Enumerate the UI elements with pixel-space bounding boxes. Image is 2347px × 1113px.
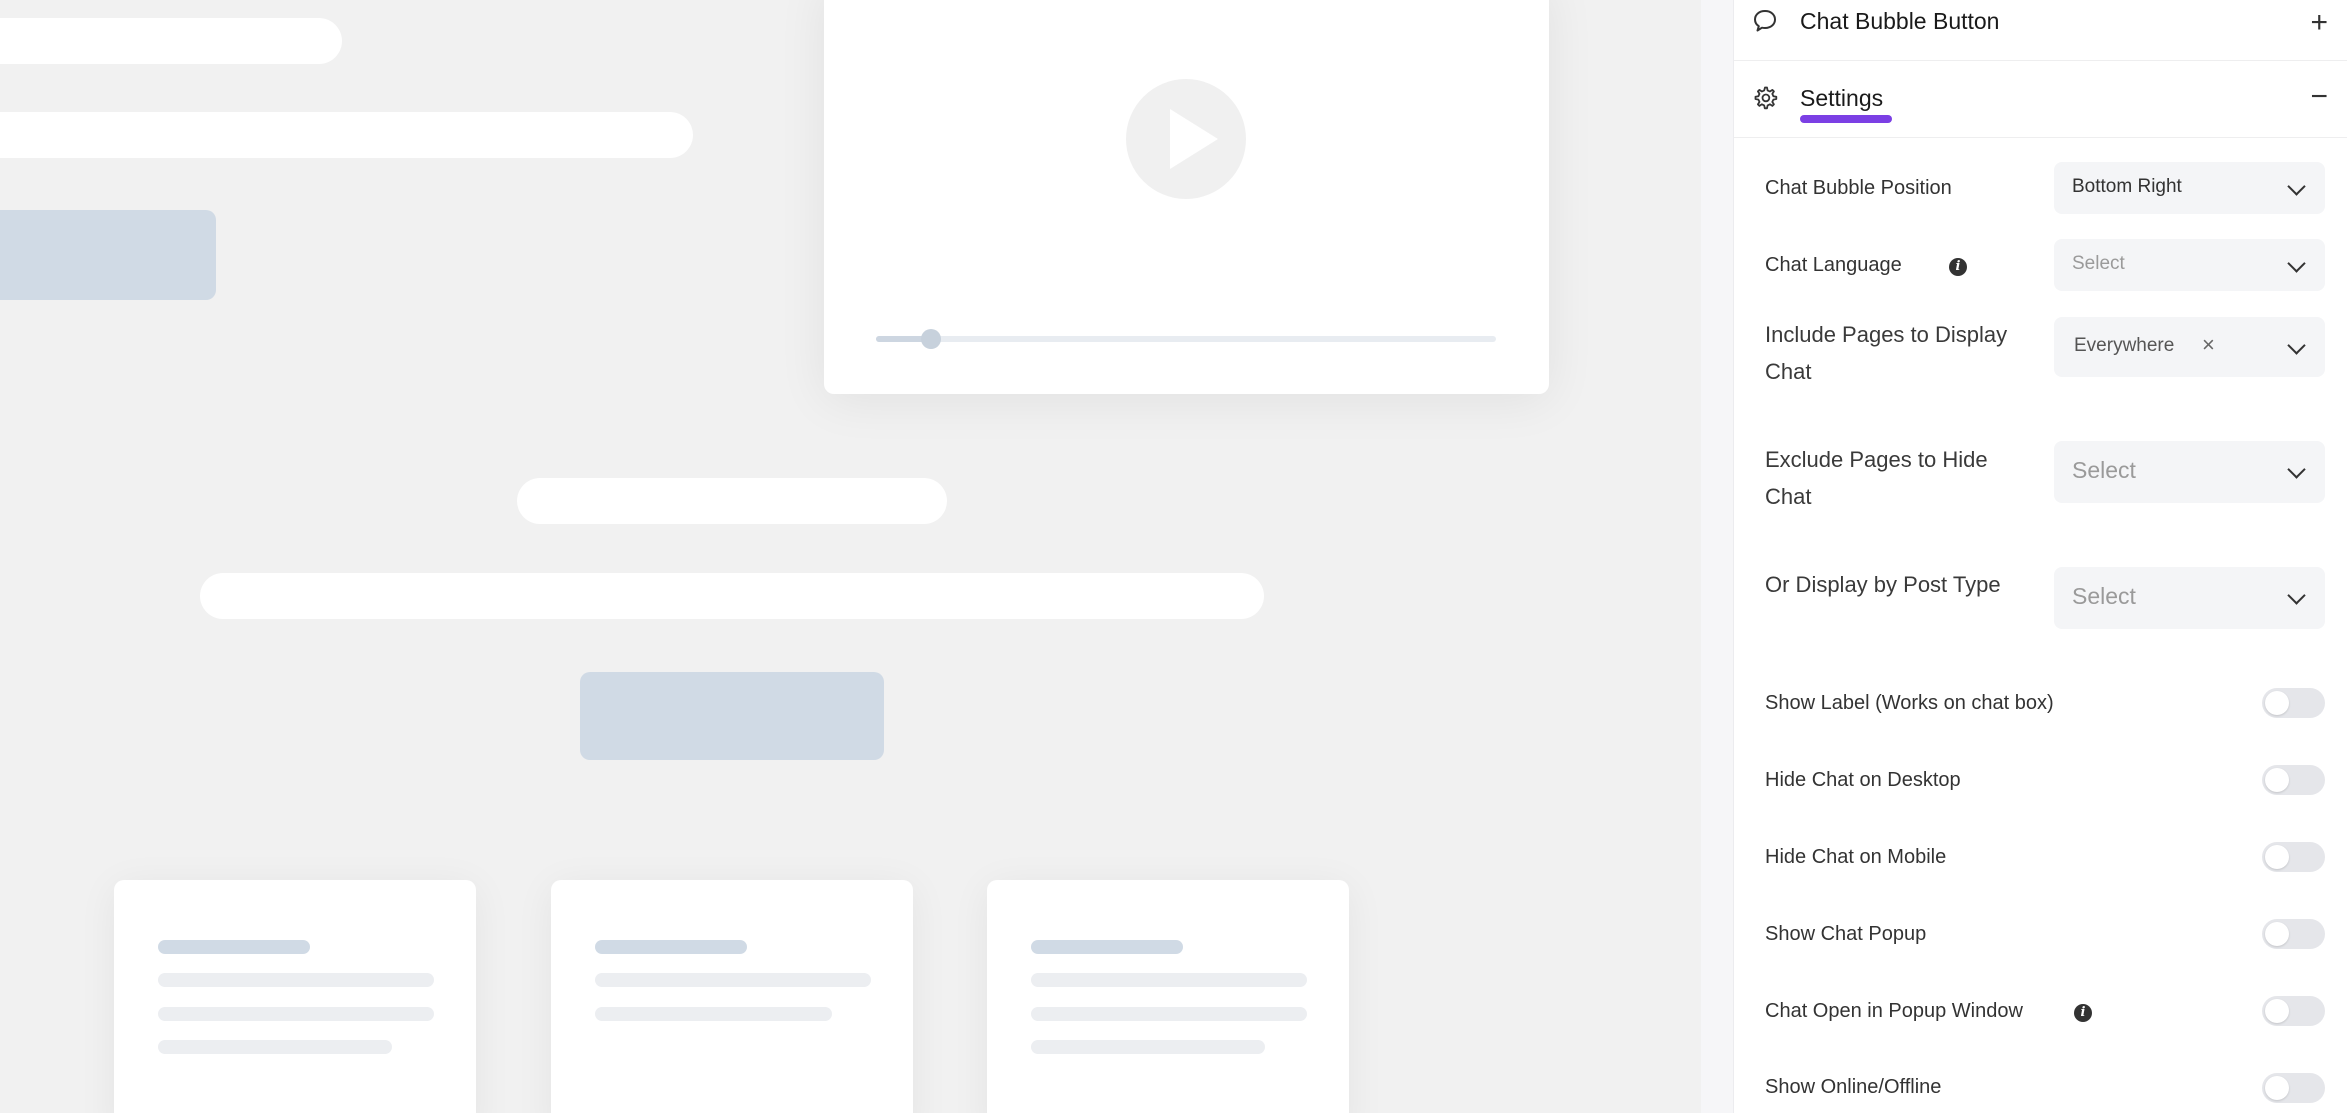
placeholder: Select <box>2072 253 2125 274</box>
label-include-pages: Include Pages to Display Chat <box>1765 322 2008 384</box>
skeleton-line <box>595 1007 832 1021</box>
toggle-knob <box>2265 845 2289 869</box>
label-open-popup-window: Chat Open in Popup Window <box>1765 1000 2023 1022</box>
exclude-pages-select[interactable]: Select <box>2054 441 2325 503</box>
gear-icon <box>1754 86 1778 110</box>
section-chat-bubble-button[interactable]: Chat Bubble Button + <box>1734 0 2347 61</box>
toggle-knob <box>2265 999 2289 1023</box>
skeleton-line <box>158 1040 392 1054</box>
skeleton-heading <box>517 478 947 524</box>
label-chat-language: Chat Language <box>1765 254 1902 276</box>
placeholder: Select <box>2072 457 2136 483</box>
label-post-type: Or Display by Post Type <box>1765 572 2001 597</box>
skeleton-button <box>0 210 216 300</box>
hide-mobile-toggle[interactable] <box>2262 842 2325 872</box>
open-popup-window-toggle[interactable] <box>2262 996 2325 1026</box>
active-tab-indicator <box>1800 115 1892 123</box>
label-show-popup: Show Chat Popup <box>1765 923 1927 945</box>
toggle-knob <box>2265 768 2289 792</box>
label-exclude-pages: Exclude Pages to Hide Chat <box>1765 447 1988 509</box>
skeleton-line <box>158 940 310 954</box>
skeleton-card <box>987 880 1349 1113</box>
selected-chip: Everywhere <box>2074 335 2175 356</box>
skeleton-card <box>551 880 913 1113</box>
skeleton-button <box>580 672 884 760</box>
skeleton-line <box>595 973 871 987</box>
skeleton-heading <box>0 18 342 64</box>
show-label-toggle[interactable] <box>2262 688 2325 718</box>
preview-gutter <box>1701 0 1733 1113</box>
info-icon[interactable]: i <box>1949 258 1967 276</box>
show-online-offline-toggle[interactable] <box>2262 1073 2325 1103</box>
include-pages-select[interactable]: Everywhere × <box>2054 317 2325 377</box>
skeleton-line <box>158 973 434 987</box>
skeleton-line <box>1031 973 1307 987</box>
chevron-down-icon <box>2287 177 2306 196</box>
chat-bubble-icon <box>1754 10 1776 32</box>
video-progress-bar[interactable] <box>876 329 1496 349</box>
toggle-knob <box>2265 691 2289 715</box>
info-icon[interactable]: i <box>2074 1004 2092 1022</box>
chat-language-select[interactable]: Select <box>2054 239 2325 291</box>
skeleton-line <box>1031 940 1183 954</box>
remove-chip-icon[interactable]: × <box>2202 332 2215 358</box>
chevron-down-icon <box>2287 254 2306 273</box>
skeleton-line <box>1031 1007 1307 1021</box>
expand-icon[interactable]: + <box>2310 8 2328 38</box>
section-title: Chat Bubble Button <box>1800 8 2000 34</box>
label-hide-desktop: Hide Chat on Desktop <box>1765 769 1961 791</box>
toggle-knob <box>2265 1076 2289 1100</box>
chevron-down-icon <box>2287 586 2306 605</box>
chevron-down-icon <box>2287 336 2306 355</box>
section-title: Settings <box>1800 85 1884 111</box>
skeleton-line <box>1031 1040 1265 1054</box>
label-hide-mobile: Hide Chat on Mobile <box>1765 846 1947 868</box>
settings-panel: Chat Bubble Button + Settings − Chat Bub… <box>1733 0 2347 1113</box>
show-popup-toggle[interactable] <box>2262 919 2325 949</box>
chevron-down-icon <box>2287 460 2306 479</box>
chat-bubble-position-select[interactable]: Bottom Right <box>2054 162 2325 214</box>
skeleton-text <box>200 573 1264 619</box>
hide-desktop-toggle[interactable] <box>2262 765 2325 795</box>
placeholder: Select <box>2072 583 2136 609</box>
skeleton-line <box>158 1007 434 1021</box>
label-chat-bubble-position: Chat Bubble Position <box>1765 177 1952 199</box>
toggle-knob <box>2265 922 2289 946</box>
play-button[interactable] <box>1126 79 1246 199</box>
section-settings[interactable]: Settings − <box>1734 61 2347 138</box>
selected-value: Bottom Right <box>2072 176 2182 197</box>
skeleton-card <box>114 880 476 1113</box>
website-preview <box>0 0 1733 1113</box>
collapse-icon[interactable]: − <box>2310 82 2328 112</box>
skeleton-text <box>0 112 693 158</box>
video-progress-thumb[interactable] <box>921 329 942 349</box>
skeleton-line <box>595 940 747 954</box>
play-icon <box>1170 109 1218 169</box>
video-card <box>824 0 1549 394</box>
post-type-select[interactable]: Select <box>2054 567 2325 629</box>
label-show-label: Show Label (Works on chat box) <box>1765 692 2054 714</box>
label-show-online-offline: Show Online/Offline <box>1765 1076 1942 1098</box>
